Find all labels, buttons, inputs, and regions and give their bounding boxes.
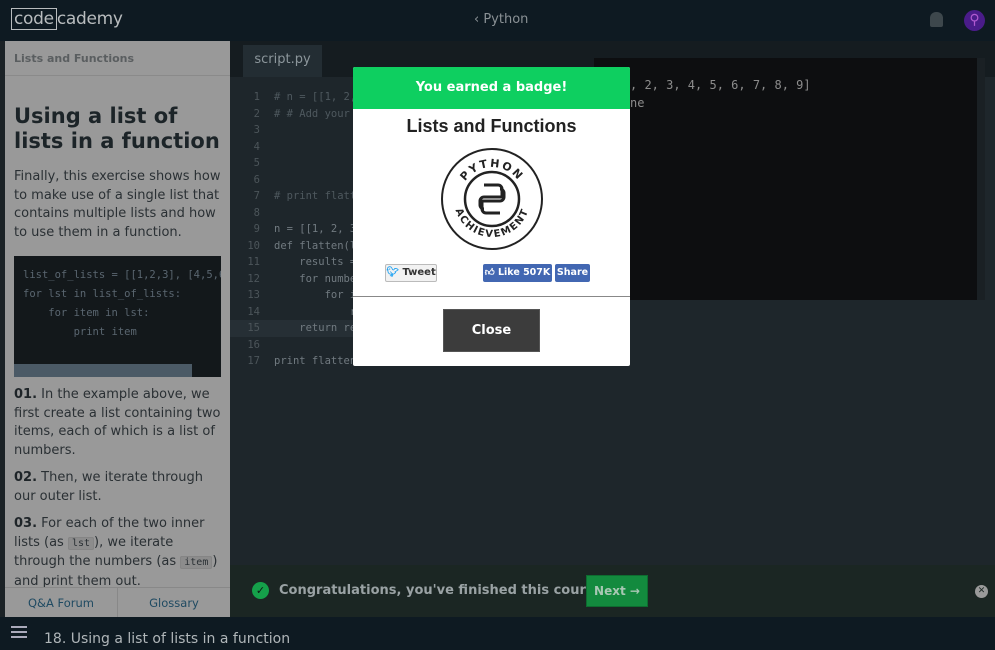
step-2: 02. Then, we iterate through our outer l… (14, 469, 221, 506)
facebook-share-button[interactable]: Share (555, 264, 590, 282)
completion-message: Congratulations, you've finished this co… (279, 583, 609, 598)
inline-code: item (180, 556, 213, 569)
line-code: for i (274, 289, 357, 301)
line-number: 17 (247, 355, 260, 367)
lesson-steps: 01. In the example above, we first creat… (5, 386, 230, 591)
inline-code: lst (67, 536, 95, 550)
exercise-title[interactable]: 18. Using a list of lists in a function (44, 631, 290, 647)
line-number: 16 (247, 338, 260, 351)
output-console: , 2, 3, 4, 5, 6, 7, 8, 9] ne (594, 58, 985, 300)
badge-modal: You earned a badge! Lists and Functions … (353, 67, 630, 366)
top-bar: code cademy ‹ Python ⚲ (0, 0, 995, 41)
line-number: 8 (253, 206, 260, 219)
step-number: 02. (14, 470, 38, 485)
step-1: 01. In the example above, we first creat… (14, 386, 221, 460)
twitter-bird-icon: 🐦︎ (386, 267, 399, 278)
lesson-header: Lists and Functions (5, 41, 230, 76)
line-number: 10 (247, 239, 260, 252)
modal-header: You earned a badge! (353, 67, 630, 109)
output-line: ne (630, 96, 645, 110)
output-line: , 2, 3, 4, 5, 6, 7, 8, 9] (630, 78, 811, 92)
line-code: print flatten( (274, 355, 363, 367)
lesson-title: Using a list of lists in a function (14, 104, 220, 153)
step-3: 03. For each of the two inner lists (as … (14, 515, 221, 591)
badge-title: Lists and Functions (406, 116, 577, 136)
step-text: In the example above, we first create a … (14, 387, 221, 458)
code-line: print item (23, 326, 137, 338)
line-number: 3 (253, 124, 260, 136)
close-button[interactable]: Close (443, 309, 540, 352)
lesson-intro: Finally, this exercise shows how to make… (14, 169, 221, 240)
thumbs-up-icon: 👍︎ (484, 267, 495, 278)
menu-icon[interactable] (11, 631, 27, 633)
line-code: def flatten(l (274, 239, 357, 252)
line-code: # # Add your (274, 107, 350, 120)
avatar[interactable]: ⚲ (964, 10, 985, 31)
step-text: Then, we iterate through our outer list. (14, 470, 203, 504)
code-line: for lst in list_of_lists: (23, 288, 182, 300)
completion-banner: ✓ Congratulations, you've finished this … (230, 565, 995, 617)
qa-forum-link[interactable]: Q&A Forum (5, 588, 118, 617)
line-number: 4 (253, 140, 260, 153)
step-number: 03. (14, 516, 38, 531)
line-code: r (274, 305, 357, 318)
tweet-button[interactable]: 🐦︎ Tweet (385, 264, 437, 282)
breadcrumb-python[interactable]: ‹ Python (474, 12, 528, 27)
line-code: # print flatt (274, 190, 357, 202)
bottom-bar: 18. Using a list of lists in a function (0, 617, 995, 650)
notifications-bell-icon[interactable] (930, 12, 943, 27)
code-line: list_of_lists = [[1,2,3], [4,5,6]] (23, 269, 221, 281)
line-code: results = (274, 256, 357, 268)
python-achievement-badge-icon: PYTHON ACHIEVEMENT (441, 148, 543, 250)
line-number: 1 (253, 91, 260, 103)
line-number: 14 (247, 305, 260, 318)
lesson-panel: Lists and Functions Using a list of list… (5, 41, 230, 617)
line-code: n = [[1, 2, 3 (274, 223, 357, 235)
facebook-like-button[interactable]: 👍︎ Like 507K (483, 264, 552, 282)
step-number: 01. (14, 387, 38, 402)
line-code: # n = [[1, 2, (274, 91, 357, 103)
badge-top-text: PYTHON (458, 157, 527, 184)
lesson-body: Finally, this exercise shows how to make… (5, 168, 230, 242)
codecademy-logo[interactable]: code cademy (11, 8, 123, 30)
line-number: 15 (247, 322, 260, 334)
line-number: 9 (253, 223, 260, 235)
line-number: 13 (247, 289, 260, 301)
line-number: 12 (247, 272, 260, 285)
lesson-footer: Q&A Forum Glossary (5, 587, 230, 617)
next-button[interactable]: Next → (586, 575, 648, 607)
line-number: 6 (253, 173, 260, 186)
glossary-link[interactable]: Glossary (118, 588, 230, 617)
line-number: 11 (247, 256, 260, 268)
line-number: 7 (253, 190, 260, 202)
divider (353, 296, 630, 297)
line-code: return re (274, 322, 357, 334)
line-code: for numbe (274, 272, 357, 285)
tab-script-py[interactable]: script.py (243, 45, 322, 77)
horizontal-scrollbar[interactable] (14, 364, 192, 377)
line-number: 2 (253, 107, 260, 120)
check-circle-icon: ✓ (252, 582, 269, 599)
line-number: 5 (253, 157, 260, 169)
code-line: for item in lst: (23, 307, 150, 319)
example-code-block: list_of_lists = [[1,2,3], [4,5,6]] for ls… (14, 256, 221, 377)
close-banner-icon[interactable]: ✕ (975, 585, 988, 598)
